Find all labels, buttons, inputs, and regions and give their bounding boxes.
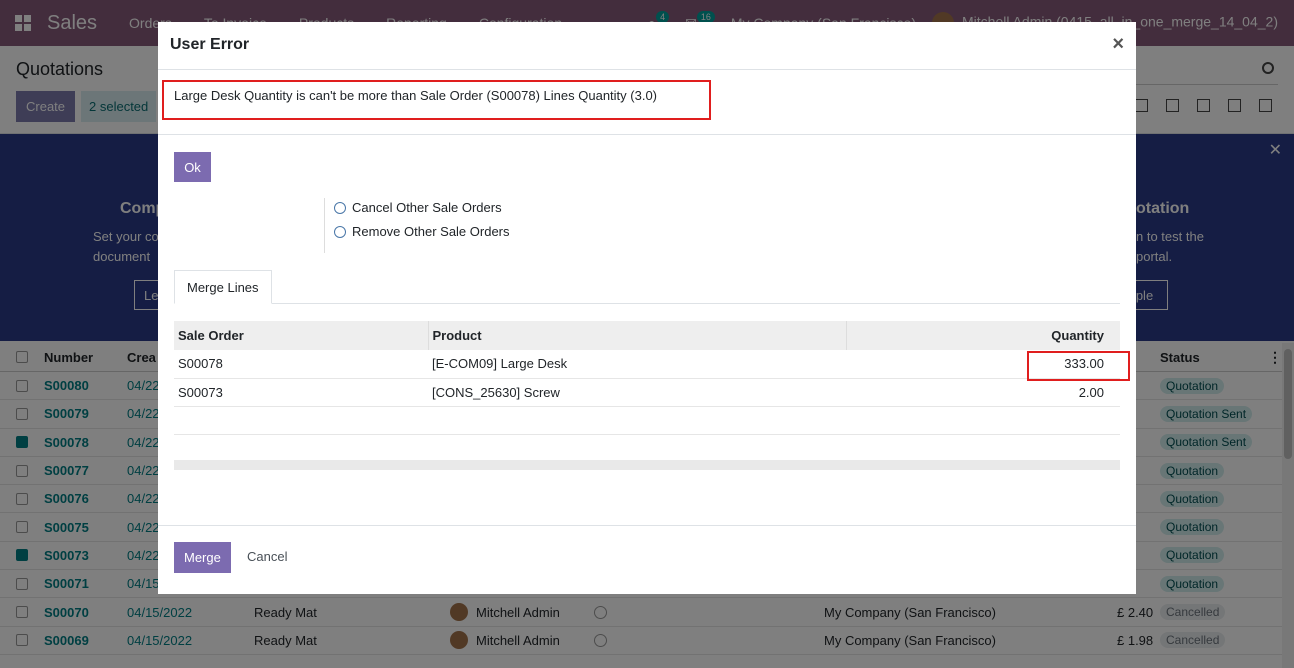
tab-bar: Merge Lines [174,270,1120,304]
merge-dialog: Cancel Other Sale Orders Remove Other Sa… [158,140,1136,594]
ok-button[interactable]: Ok [174,152,211,182]
radio-button[interactable] [334,225,346,238]
error-message: Large Desk Quantity is can't be more tha… [174,88,658,103]
option-cancel-other[interactable]: Cancel Other Sale Orders [334,200,502,215]
column-quantity[interactable]: Quantity [846,321,1120,350]
merge-lines-table: Sale Order Product Quantity S00078 [E-CO… [174,321,1120,462]
table-horizontal-scrollbar[interactable] [174,460,1120,470]
merge-button[interactable]: Merge [174,542,231,573]
cell-sale-order: S00073 [174,378,428,407]
column-sale-order[interactable]: Sale Order [174,321,429,350]
radio-label: Cancel Other Sale Orders [352,200,502,215]
radio-label: Remove Other Sale Orders [352,224,510,239]
option-remove-other[interactable]: Remove Other Sale Orders [334,224,510,239]
table-row[interactable]: S00073 [CONS_25630] Screw 2.00 [174,378,1120,407]
empty-row [174,406,1120,435]
dialog-title: User Error [170,36,250,53]
cell-quantity[interactable]: 2.00 [846,378,1120,407]
table-header: Sale Order Product Quantity [174,321,1120,350]
dialog-body: Large Desk Quantity is can't be more tha… [158,70,1136,135]
merge-dialog-footer: Merge Cancel [158,525,1136,594]
close-icon[interactable]: × [1112,33,1124,56]
quantity-highlight-box [1027,351,1130,381]
empty-row [174,434,1120,462]
cell-product: [E-COM09] Large Desk [428,350,846,379]
cell-product: [CONS_25630] Screw [428,378,846,407]
cell-sale-order: S00078 [174,350,428,379]
cancel-button[interactable]: Cancel [247,549,287,564]
radio-button[interactable] [334,201,346,214]
table-row[interactable]: S00078 [E-COM09] Large Desk 333.00 [174,350,1120,379]
user-error-dialog: User Error × Large Desk Quantity is can'… [158,22,1136,197]
column-product[interactable]: Product [428,321,847,350]
dialog-footer: Ok [158,134,1136,197]
radio-divider [324,198,325,253]
dialog-header: User Error × [158,22,1136,70]
tab-merge-lines[interactable]: Merge Lines [174,270,272,304]
